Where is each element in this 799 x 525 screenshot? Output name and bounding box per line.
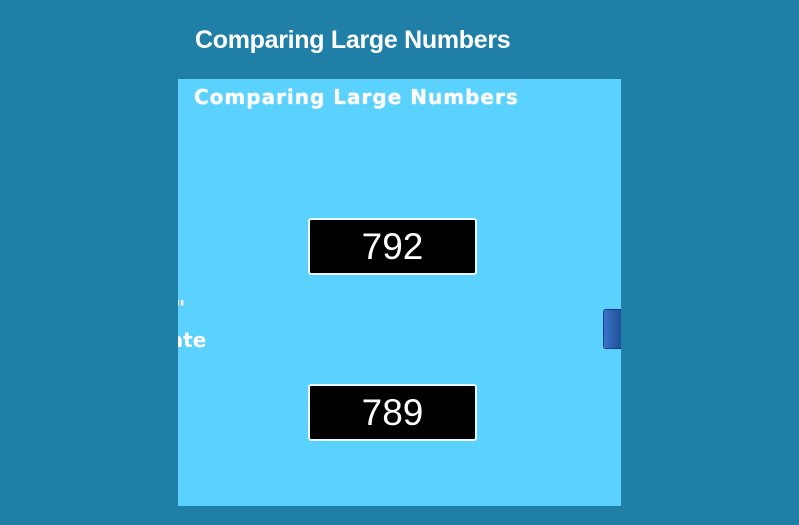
game-title: Comparing Large Numbers — [194, 85, 519, 109]
side-panel-tab-icon[interactable] — [603, 309, 621, 349]
bottom-number-box: 789 — [308, 384, 477, 441]
top-number-box: 792 — [308, 218, 477, 275]
instructions-text: EXT" nerate ers — [178, 296, 207, 352]
app-frame: Comparing Large Numbers 792 EXT" nerate … — [178, 79, 621, 506]
page-title: Comparing Large Numbers — [195, 26, 511, 54]
